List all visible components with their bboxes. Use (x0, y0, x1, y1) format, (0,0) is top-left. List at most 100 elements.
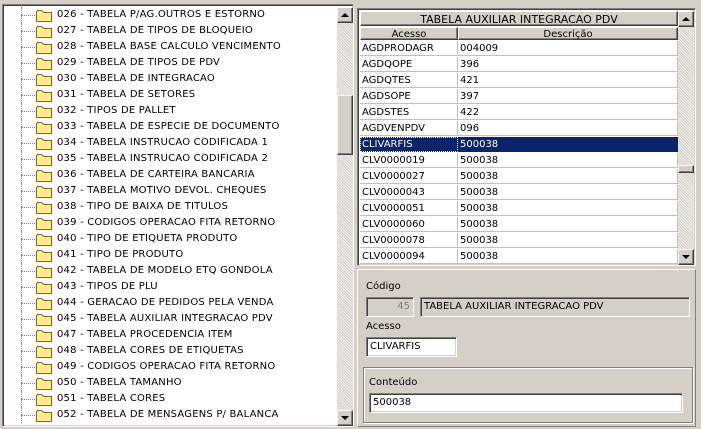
conteudo-field[interactable]: 500038 (369, 393, 683, 413)
cell-descricao[interactable]: 421 (458, 73, 678, 88)
cell-descricao[interactable]: 500038 (458, 233, 678, 248)
tree-item[interactable]: 052 - TABELA DE MENSAGENS P/ BALANCA (5, 407, 337, 423)
tree-item[interactable]: 048 - TABELA CORES DE ETIQUETAS (5, 343, 337, 359)
table-row[interactable]: AGDQTES 421 (360, 73, 678, 89)
tree-item[interactable]: 027 - TABELA DE TIPOS DE BLOQUEIO (5, 23, 337, 39)
tree-item[interactable]: 032 - TIPOS DE PALLET (5, 103, 337, 119)
grid-scroll-up-button[interactable] (678, 11, 694, 27)
grid-scroll-down-button[interactable] (678, 249, 694, 265)
records-grid[interactable]: TABELA AUXILIAR INTEGRACAO PDV Acesso De… (357, 8, 696, 266)
grid-scroll-thumb[interactable] (678, 165, 694, 173)
table-row[interactable]: CLV0000051 500038 (360, 201, 678, 217)
table-row[interactable]: AGDQOPE 396 (360, 57, 678, 73)
table-row[interactable]: AGDPRODAGR 004009 (360, 41, 678, 57)
cell-acesso[interactable]: CLV0000060 (360, 217, 458, 232)
table-row[interactable]: CLV0000078 500038 (360, 233, 678, 249)
cell-acesso[interactable]: AGDSOPE (360, 89, 458, 104)
tree-scroll-up-button[interactable] (337, 7, 353, 23)
table-row[interactable]: CLV0000043 500038 (360, 185, 678, 201)
cell-acesso[interactable]: AGDSTES (360, 105, 458, 120)
tree-item[interactable]: 050 - TABELA TAMANHO (5, 375, 337, 391)
cell-acesso[interactable]: CLV0000051 (360, 201, 458, 216)
tree-item[interactable]: 045 - TABELA AUXILIAR INTEGRACAO PDV (5, 311, 337, 327)
tree-item[interactable]: 033 - TABELA DE ESPECIE DE DOCUMENTO (5, 119, 337, 135)
cell-acesso[interactable]: CLV0000019 (360, 153, 458, 168)
tree-item-label: 026 - TABELA P/AG.OUTROS E ESTORNO (57, 9, 266, 20)
tree-item[interactable]: 036 - TABELA DE CARTEIRA BANCARIA (5, 167, 337, 183)
tree-list[interactable]: 026 - TABELA P/AG.OUTROS E ESTORNO 027 - … (5, 7, 337, 426)
tree-item[interactable]: 031 - TABELA DE SETORES (5, 87, 337, 103)
cell-acesso[interactable]: AGDPRODAGR (360, 41, 458, 56)
cell-acesso[interactable]: AGDQTES (360, 73, 458, 88)
tree-item[interactable]: 041 - TIPO DE PRODUTO (5, 247, 337, 263)
tree-scroll-down-button[interactable] (337, 410, 353, 426)
table-tree[interactable]: 026 - TABELA P/AG.OUTROS E ESTORNO 027 - … (2, 4, 354, 427)
codigo-field[interactable]: 45 (366, 297, 414, 317)
cell-descricao[interactable]: 500038 (458, 153, 678, 168)
grid-vertical-scrollbar[interactable] (678, 11, 694, 265)
table-row[interactable]: CLV0000027 500038 (360, 169, 678, 185)
tree-item-label: 028 - TABELA BASE CALCULO VENCIMENTO (57, 41, 281, 52)
cell-descricao[interactable]: 500038 (458, 185, 678, 200)
cell-descricao[interactable]: 422 (458, 105, 678, 120)
cell-descricao[interactable]: 500038 (458, 201, 678, 216)
tree-item[interactable]: 042 - TABELA DE MODELO ETQ GONDOLA (5, 263, 337, 279)
folder-icon (36, 346, 52, 358)
tree-item[interactable]: 029 - TABELA DE TIPOS DE PDV (5, 55, 337, 71)
cell-descricao[interactable]: 500038 (458, 137, 678, 152)
tree-item[interactable]: 039 - CODIGOS OPERACAO FITA RETORNO (5, 215, 337, 231)
tree-item[interactable]: 028 - TABELA BASE CALCULO VENCIMENTO (5, 39, 337, 55)
cell-acesso[interactable]: CLV0000078 (360, 233, 458, 248)
tree-vertical-scrollbar[interactable] (337, 7, 353, 426)
cell-acesso[interactable]: AGDVENPDV (360, 121, 458, 136)
cell-descricao[interactable]: 096 (458, 121, 678, 136)
acesso-field[interactable]: CLIVARFIS (366, 337, 457, 357)
table-row[interactable]: CLV0000060 500038 (360, 217, 678, 233)
folder-icon (36, 250, 52, 262)
tree-connector (21, 287, 35, 288)
cell-descricao[interactable]: 500038 (458, 169, 678, 184)
cell-descricao[interactable]: 004009 (458, 41, 678, 56)
cell-acesso[interactable]: CLV0000094 (360, 249, 458, 264)
cell-acesso[interactable]: CLIVARFIS (360, 137, 458, 152)
cell-descricao[interactable]: 397 (458, 89, 678, 104)
tree-item-label: 035 - TABELA INSTRUCAO CODIFICADA 2 (57, 153, 269, 164)
cell-descricao[interactable]: 500038 (458, 249, 678, 264)
tree-item[interactable]: 043 - TIPOS DE PLU (5, 279, 337, 295)
tree-item[interactable]: 047 - TABELA PROCEDENCIA ITEM (5, 327, 337, 343)
folder-icon (36, 362, 52, 374)
tree-connector (21, 255, 35, 256)
tree-connector (21, 143, 35, 144)
table-row[interactable]: AGDVENPDV 096 (360, 121, 678, 137)
cell-acesso[interactable]: CLV0000043 (360, 185, 458, 200)
cell-acesso[interactable]: AGDQOPE (360, 57, 458, 72)
tree-item[interactable]: 038 - TIPO DE BAIXA DE TITULOS (5, 199, 337, 215)
folder-icon (36, 26, 52, 38)
tree-item[interactable]: 026 - TABELA P/AG.OUTROS E ESTORNO (5, 7, 337, 23)
tree-item[interactable]: 034 - TABELA INSTRUCAO CODIFICADA 1 (5, 135, 337, 151)
tree-scroll-thumb[interactable] (337, 95, 353, 155)
tree-item[interactable]: 051 - TABELA CORES (5, 391, 337, 407)
table-row[interactable]: CLIVARFIS 500038 (360, 137, 678, 153)
tree-item[interactable]: 040 - TIPO DE ETIQUETA PRODUTO (5, 231, 337, 247)
folder-icon (36, 122, 52, 134)
cell-descricao[interactable]: 396 (458, 57, 678, 72)
cell-acesso[interactable]: CLV0000027 (360, 169, 458, 184)
arrow-down-icon (682, 254, 690, 259)
tree-item[interactable]: 049 - CODIGOS OPERACAO FITA RETORNO (5, 359, 337, 375)
table-row[interactable]: CLV0000019 500038 (360, 153, 678, 169)
column-header-descricao[interactable]: Descrição (458, 27, 678, 40)
table-row[interactable]: AGDSTES 422 (360, 105, 678, 121)
tree-item[interactable]: 030 - TABELA DE INTEGRACAO (5, 71, 337, 87)
tree-item[interactable]: 035 - TABELA INSTRUCAO CODIFICADA 2 (5, 151, 337, 167)
folder-icon (36, 90, 52, 102)
tree-connector (21, 159, 35, 160)
grid-rows[interactable]: AGDPRODAGR 004009 AGDQOPE 396 AGDQTES 421 AGDS… (360, 41, 678, 265)
cell-descricao[interactable]: 500038 (458, 217, 678, 232)
tree-item[interactable]: 044 - GERACAO DE PEDIDOS PELA VENDA (5, 295, 337, 311)
column-header-acesso[interactable]: Acesso (360, 27, 458, 40)
table-row[interactable]: AGDSOPE 397 (360, 89, 678, 105)
tree-item[interactable]: 037 - TABELA MOTIVO DEVOL. CHEQUES (5, 183, 337, 199)
folder-icon (36, 42, 52, 54)
table-row[interactable]: CLV0000094 500038 (360, 249, 678, 265)
